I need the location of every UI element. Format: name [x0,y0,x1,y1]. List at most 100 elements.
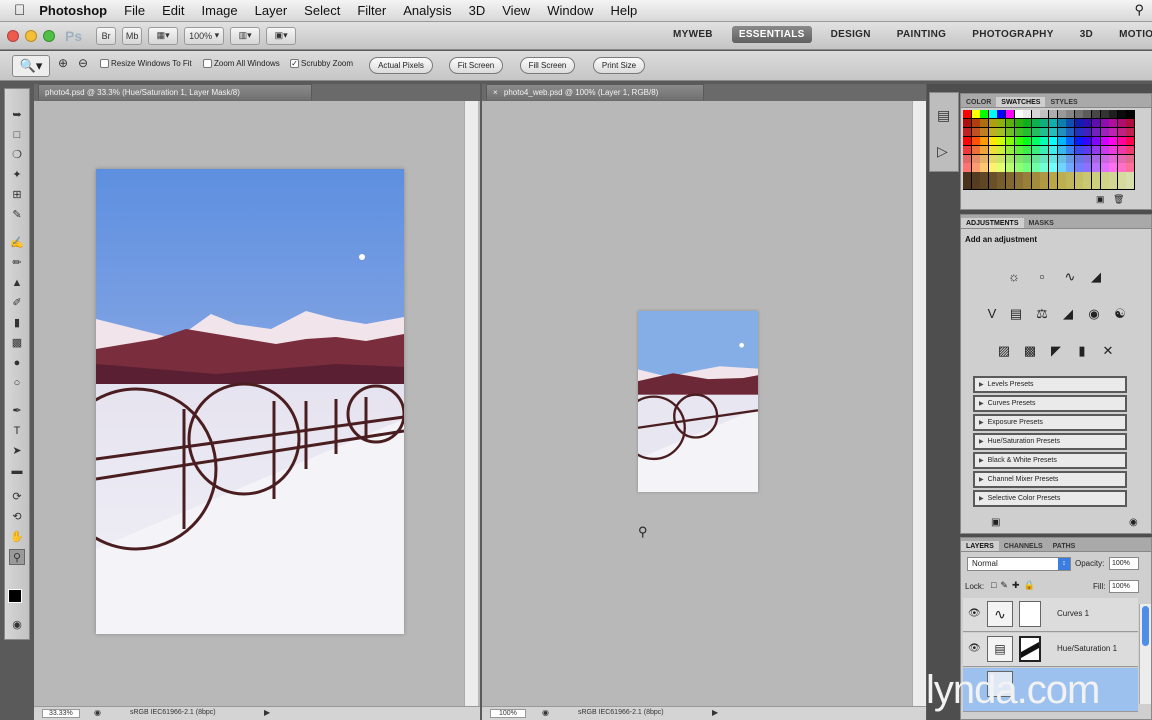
zoom-all-windows-checkbox-box[interactable] [203,59,212,68]
menu-window[interactable]: Window [547,0,593,22]
eraser-tool-icon[interactable]: ▮ [9,315,25,331]
color-swatch[interactable] [988,145,997,154]
color-swatch[interactable] [1109,154,1118,163]
color-swatch[interactable] [1074,118,1083,128]
healing-brush-tool-icon[interactable]: ✍ [9,235,25,251]
color-swatch[interactable] [963,172,971,181]
color-swatch[interactable] [1006,145,1014,154]
color-swatch[interactable] [1117,118,1126,128]
color-swatch[interactable] [1040,110,1049,119]
color-swatch[interactable] [1057,172,1066,181]
color-swatch[interactable] [971,154,980,163]
color-swatch[interactable] [1126,110,1135,119]
levels-icon[interactable]: ▫ [1033,268,1051,286]
zoom-all-windows-checkbox[interactable]: Zoom All Windows [203,59,280,68]
color-swatch[interactable] [980,145,989,154]
layers-scrollbar[interactable] [1139,604,1151,704]
color-swatch[interactable] [1049,145,1057,154]
color-swatch[interactable] [988,110,997,119]
vibrance-icon[interactable]: V [983,305,1001,323]
color-swatch[interactable] [1066,136,1075,145]
pen-tool-icon[interactable]: ✒ [9,403,25,419]
color-swatch[interactable] [1117,181,1126,190]
color-swatch[interactable] [980,118,989,128]
color-swatch[interactable] [1031,181,1040,190]
zoom-out-icon[interactable]: ⊖ [78,56,88,70]
color-swatch[interactable] [963,118,971,128]
color-swatch[interactable] [1014,136,1023,145]
color-swatch[interactable] [997,145,1006,154]
color-swatch[interactable] [1057,127,1066,137]
layers-scroll-thumb[interactable] [1142,606,1149,646]
color-swatch[interactable] [1066,163,1075,172]
screen-mode-button[interactable]: ▣▾ [266,26,297,45]
color-swatch[interactable] [1100,127,1109,137]
menu-edit[interactable]: Edit [162,0,184,22]
color-swatch[interactable] [1100,136,1109,145]
color-swatch[interactable] [1100,145,1109,154]
color-swatch[interactable] [1023,127,1032,137]
color-swatch[interactable] [1023,136,1032,145]
color-swatch[interactable] [1031,127,1040,137]
workspace-3d[interactable]: 3D [1073,26,1100,43]
color-swatch[interactable] [963,127,971,137]
adjustments-panel-options-icon[interactable]: ◉ [1129,517,1138,528]
black-white-icon[interactable]: ◢ [1059,305,1077,323]
history-panel-icon[interactable]: ▤ [937,107,950,124]
menu-image[interactable]: Image [202,0,238,22]
color-swatch[interactable] [1014,172,1023,181]
color-swatch[interactable] [1066,154,1075,163]
color-swatch[interactable] [1006,181,1014,190]
color-swatch[interactable] [1031,145,1040,154]
history-brush-tool-icon[interactable]: ✐ [9,295,25,311]
color-swatch[interactable] [1066,145,1075,154]
color-swatch[interactable] [980,172,989,181]
menu-select[interactable]: Select [304,0,340,22]
visibility-eye-icon[interactable]: 👁 [968,608,981,619]
swatch-grid[interactable] [963,110,1135,190]
color-swatch[interactable] [997,181,1006,190]
color-swatch[interactable] [1074,172,1083,181]
gradient-tool-icon[interactable]: ▩ [9,335,25,351]
color-swatch[interactable] [1014,118,1023,128]
color-swatch[interactable] [1040,118,1049,128]
zoom-window-button[interactable] [43,29,55,42]
zoom-level-select[interactable]: 100% ▾ [184,26,225,45]
blend-mode-select[interactable]: Normal ↕ [967,557,1071,571]
color-balance-icon[interactable]: ⚖ [1033,305,1051,323]
color-swatch[interactable] [1074,145,1083,154]
color-swatch[interactable] [971,145,980,154]
color-swatch[interactable] [1100,154,1109,163]
color-swatch[interactable] [1126,136,1135,145]
color-swatch[interactable] [1083,145,1092,154]
tab-adjustments[interactable]: ADJUSTMENTS [961,218,1024,228]
preset-selective-color[interactable]: Selective Color Presets [973,490,1127,507]
status-icon[interactable]: ◉ [542,708,549,717]
color-swatch[interactable] [1049,163,1057,172]
color-swatch[interactable] [1040,136,1049,145]
color-swatch[interactable] [1040,163,1049,172]
color-swatch[interactable] [1023,110,1032,119]
color-swatch[interactable] [1040,181,1049,190]
color-swatch[interactable] [1074,181,1083,190]
color-swatch[interactable] [1057,154,1066,163]
color-swatch[interactable] [1083,154,1092,163]
color-swatch[interactable] [1057,145,1066,154]
color-swatch[interactable] [963,136,971,145]
color-swatch[interactable] [997,136,1006,145]
color-swatch[interactable] [1006,154,1014,163]
color-swatch[interactable] [1092,136,1100,145]
quick-mask-mode-icon[interactable]: ◉ [9,617,25,633]
color-swatch[interactable] [1031,110,1040,119]
actions-panel-icon[interactable]: ▷ [937,143,948,160]
workspace-myweb[interactable]: MYWEB [666,26,720,43]
color-swatch[interactable] [971,172,980,181]
color-swatch[interactable] [1049,172,1057,181]
color-swatch[interactable] [1074,154,1083,163]
color-swatch[interactable] [1057,118,1066,128]
color-swatch[interactable] [1117,145,1126,154]
layer-row-hue-saturation[interactable]: 👁 ▤ Hue/Saturation 1 [963,633,1138,667]
color-swatch[interactable] [1117,136,1126,145]
vertical-scrollbar[interactable] [912,101,926,706]
color-swatch[interactable] [1126,163,1135,172]
